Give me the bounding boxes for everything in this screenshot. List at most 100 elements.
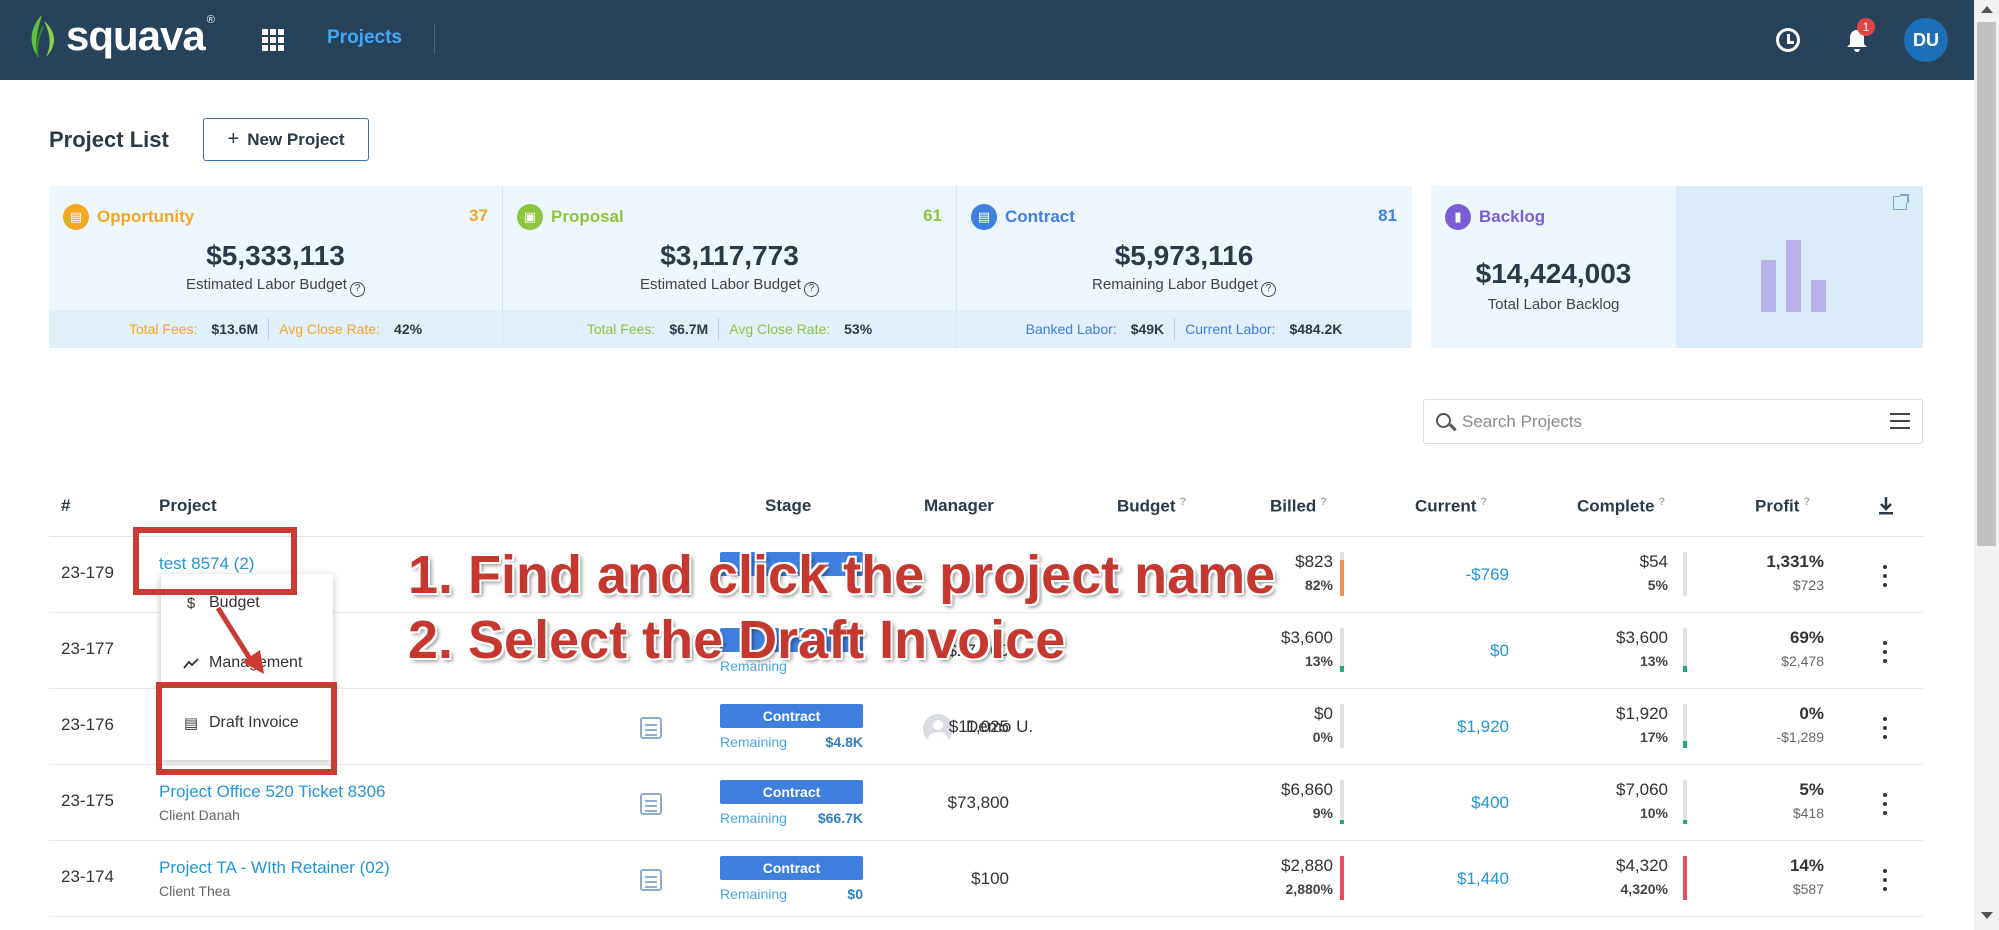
project-number: 23-176 [61,715,114,734]
card-contract[interactable]: ▤ Contract 81 $5,973,116 Remaining Labor… [957,186,1411,348]
col-header-project[interactable]: Project [159,496,217,516]
external-link-icon[interactable] [1893,194,1909,210]
notes-icon[interactable] [640,793,662,815]
row-actions-kebab-icon[interactable] [1883,869,1887,891]
foot-value: 42% [394,321,423,337]
nav-projects-link[interactable]: Projects [327,27,402,49]
stage-badge: Contract [720,704,863,728]
proposal-briefcase-icon: ▣ [517,204,543,230]
col-header-profit[interactable]: Profit? [1755,496,1810,517]
download-icon[interactable] [1878,496,1894,516]
backlog-bar [1761,260,1776,312]
profit-percent: 1,331% [1766,552,1824,571]
col-header-manager[interactable]: Manager [924,496,994,516]
help-icon[interactable]: ? [1260,282,1276,297]
dollar-icon: $ [186,594,196,612]
foot-value: $484.2K [1289,321,1343,337]
budget-value: $100 [971,869,1009,888]
card-amount: $5,333,113 [206,240,345,271]
complete-progress-bar [1683,552,1687,596]
help-icon[interactable]: ? [803,282,819,297]
project-number: 23-174 [61,867,114,886]
project-name-link[interactable]: Project TA - WIth Retainer (02) [159,858,390,878]
summary-cards: ▤ Opportunity 37 $5,333,113 Estimated La… [49,186,1412,348]
help-icon: ? [1803,496,1811,508]
profit-amount: $723 [1792,577,1824,593]
filter-sliders-icon[interactable] [1890,413,1910,431]
notes-icon[interactable] [640,717,662,739]
client-name: Client Danah [159,807,240,823]
profit-amount: $2,478 [1781,653,1824,669]
table-row[interactable]: 23-175 Project Office 520 Ticket 8306 Clie… [49,765,1923,841]
col-header-budget[interactable]: Budget? [1117,496,1186,517]
current-value[interactable]: $0 [1490,641,1509,661]
row-actions-kebab-icon[interactable] [1883,641,1887,663]
apps-grid-icon[interactable] [262,29,284,51]
annotation-arrow-icon [215,606,264,674]
card-backlog[interactable]: ▮ Backlog $14,424,003 Total Labor Backlo… [1431,186,1923,348]
complete-percent: 13% [1639,653,1668,669]
project-name-link[interactable]: Project Office 520 Ticket 8306 [159,782,385,802]
card-subtitle: Remaining Labor Budget? [957,276,1411,297]
card-opportunity[interactable]: ▤ Opportunity 37 $5,333,113 Estimated La… [49,186,503,348]
backlog-bar [1811,280,1826,312]
current-value[interactable]: $1,440 [1457,869,1509,889]
help-icon: ? [1320,496,1328,508]
complete-amount: $7,060 [1616,780,1668,799]
card-footer: Banked Labor: $49K Current Labor: $484.2K [957,310,1411,348]
row-actions-kebab-icon[interactable] [1883,793,1887,815]
profit-percent: 14% [1789,856,1824,875]
foot-label: Avg Close Rate: [279,321,381,337]
foot-value: $6.7M [669,321,709,337]
complete-amount: $54 [1639,552,1668,571]
billed-amount: $6,860 [1281,780,1333,799]
logo-trademark: ® [206,14,215,26]
search-input[interactable] [1462,408,1862,436]
profit-amount: -$1,289 [1776,729,1824,745]
card-proposal[interactable]: ▣ Proposal 61 $3,117,773 Estimated Labor… [503,186,957,348]
current-value[interactable]: $1,920 [1457,717,1509,737]
stage-badge: Contract [720,780,863,804]
budget-value: $73,800 [947,793,1009,812]
scroll-down-arrow-icon[interactable] [1981,912,1993,919]
profit-percent: 69% [1789,628,1824,647]
help-icon: ? [1179,496,1187,508]
scroll-thumb[interactable] [1977,22,1996,546]
card-footer: Total Fees: $6.7M Avg Close Rate: 53% [503,310,956,348]
col-header-billed[interactable]: Billed? [1270,496,1327,517]
foot-value: $49K [1130,321,1165,337]
card-label: Backlog [1479,207,1546,226]
squava-logo[interactable]: squava ® [24,12,215,60]
help-icon[interactable]: ? [349,282,365,297]
new-project-button[interactable]: + New Project [203,118,369,161]
scroll-up-arrow-icon[interactable] [1981,6,1993,13]
billed-percent: 82% [1304,577,1333,593]
backlog-subtitle: Total Labor Backlog [1487,296,1620,313]
complete-percent: 4,320% [1620,881,1668,897]
table-row[interactable]: 23-174 Project TA - WIth Retainer (02) Cli… [49,841,1923,917]
col-header-current[interactable]: Current? [1415,496,1487,517]
card-label: Opportunity [97,207,195,226]
budget-value: $11,025 [948,717,1009,736]
instruction-step-1: 1. Find and click the project name [408,545,1276,605]
col-header-complete[interactable]: Complete? [1577,496,1665,517]
user-avatar[interactable]: DU [1904,18,1948,62]
top-navbar: squava ® Projects 1 DU [0,0,1974,80]
stage-badge: Contract [720,856,863,880]
card-count: 37 [469,206,488,225]
page-scrollbar[interactable] [1974,0,1999,930]
complete-progress-bar [1683,856,1687,900]
backlog-bar [1786,240,1801,312]
col-header-stage[interactable]: Stage [765,496,811,516]
clock-icon[interactable] [1776,28,1800,52]
row-actions-kebab-icon[interactable] [1883,717,1887,739]
notes-icon[interactable] [640,869,662,891]
billed-amount: $823 [1295,552,1333,571]
row-actions-kebab-icon[interactable] [1883,565,1887,587]
card-subtitle: Estimated Labor Budget? [49,276,502,297]
current-value[interactable]: $400 [1471,793,1509,813]
current-value[interactable]: -$769 [1466,565,1509,585]
card-count: 81 [1378,206,1397,225]
search-icon [1436,413,1451,428]
billed-percent: 0% [1312,729,1333,745]
